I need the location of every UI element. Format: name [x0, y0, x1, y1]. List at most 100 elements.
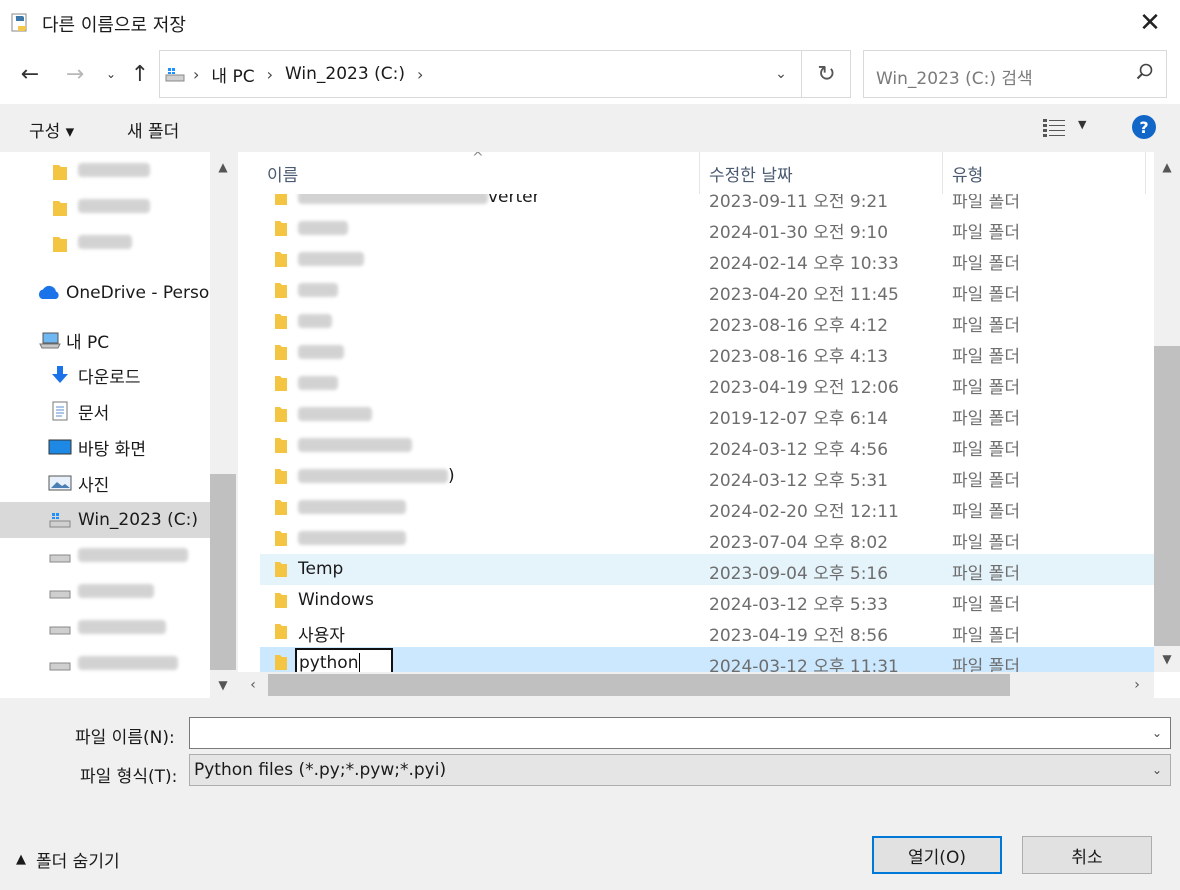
column-header-name[interactable]: 이름	[267, 152, 298, 194]
address-bar[interactable]: › 내 PC › Win_2023 (C:) › ⌄ ↻	[159, 50, 851, 98]
folder-icon	[275, 283, 287, 298]
refresh-button[interactable]: ↻	[801, 51, 851, 97]
column-divider[interactable]	[699, 152, 700, 194]
drive-icon	[49, 662, 71, 671]
horizontal-scrollbar-thumb[interactable]	[268, 674, 1010, 696]
scroll-up-icon[interactable]: ▲	[210, 154, 236, 180]
file-name: Windows	[298, 590, 374, 610]
file-list-scrollbar[interactable]: ▲ ▼	[1154, 152, 1180, 672]
nav-label: 다운로드	[78, 367, 141, 388]
address-history-dropdown[interactable]: ⌄	[763, 51, 799, 97]
file-row[interactable]: 2023-08-16 오후 4:13 파일 폴더	[260, 337, 1154, 368]
scroll-left-icon[interactable]: ‹	[240, 672, 266, 698]
file-row[interactable]: verter 2023-09-11 오전 9:21 파일 폴더	[260, 194, 1154, 213]
nav-item-blurred[interactable]	[0, 226, 210, 262]
nav-item-pictures[interactable]: 사진	[0, 465, 210, 501]
breadcrumb-drive-c[interactable]: Win_2023 (C:)	[281, 64, 409, 84]
file-row[interactable]: ) 2024-03-12 오후 5:31 파일 폴더	[260, 461, 1154, 492]
chevron-down-icon[interactable]: ⌄	[1152, 718, 1162, 748]
search-placeholder: Win_2023 (C:) 검색	[876, 69, 1033, 89]
file-type: 파일 폴더	[952, 440, 1020, 460]
open-button[interactable]: 열기(O)	[872, 836, 1002, 874]
breadcrumb-chevron-icon[interactable]: ›	[259, 65, 281, 84]
nav-item-documents[interactable]: 문서	[0, 393, 210, 429]
scroll-up-icon[interactable]: ▲	[1154, 154, 1180, 180]
sort-ascending-icon: ^	[472, 152, 484, 166]
file-row[interactable]: 2023-07-04 오후 8:02 파일 폴더	[260, 523, 1154, 554]
arrow-right-icon: →	[65, 61, 85, 87]
file-list-scrollbar-thumb[interactable]	[1154, 346, 1180, 646]
file-name: )	[298, 466, 455, 486]
forward-button[interactable]: →	[60, 59, 90, 89]
cancel-button[interactable]: 취소	[1022, 836, 1152, 874]
view-options-dropdown[interactable]: ▼	[1078, 118, 1086, 131]
view-details-icon[interactable]	[1042, 117, 1066, 139]
scroll-down-icon[interactable]: ▼	[1154, 646, 1180, 672]
breadcrumb-chevron-icon[interactable]: ›	[409, 65, 431, 84]
file-name	[298, 497, 406, 517]
file-type: 파일 폴더	[952, 347, 1020, 367]
file-row[interactable]: 2024-02-14 오후 10:33 파일 폴더	[260, 244, 1154, 275]
nav-item-onedrive[interactable]: OneDrive - Person	[0, 275, 210, 311]
nav-label: 내 PC	[66, 332, 110, 353]
file-row[interactable]: 2024-01-30 오전 9:10 파일 폴더	[260, 213, 1154, 244]
file-row[interactable]: Windows 2024-03-12 오후 5:33 파일 폴더	[260, 585, 1154, 616]
nav-item-blurred[interactable]	[0, 190, 210, 226]
search-input[interactable]: Win_2023 (C:) 검색	[863, 50, 1167, 98]
hide-folders-toggle[interactable]: ▲ 폴더 숨기기	[16, 847, 120, 872]
filename-field[interactable]: ⌄	[189, 717, 1171, 749]
file-row[interactable]: 2023-04-20 오전 11:45 파일 폴더	[260, 275, 1154, 306]
column-divider[interactable]	[1145, 152, 1146, 194]
file-modified: 2019-12-07 오후 6:14	[709, 409, 889, 429]
file-rows: verter 2023-09-11 오전 9:21 파일 폴더 2024-01-30 …	[238, 194, 1154, 672]
file-row[interactable]: 2023-04-19 오전 12:06 파일 폴더	[260, 368, 1154, 399]
file-modified: 2023-09-04 오후 5:16	[709, 564, 889, 584]
nav-item-drive-c[interactable]: Win_2023 (C:)	[0, 502, 210, 538]
nav-item-blurred-drive[interactable]	[0, 539, 210, 575]
nav-item-desktop[interactable]: 바탕 화면	[0, 429, 210, 465]
file-row[interactable]: 2019-12-07 오후 6:14 파일 폴더	[260, 399, 1154, 430]
file-row[interactable]: python 2024-03-12 오후 11:31 파일 폴더	[260, 647, 1154, 672]
filetype-select[interactable]: Python files (*.py;*.pyw;*.pyi) ⌄	[189, 754, 1171, 786]
column-header-type[interactable]: 유형	[952, 152, 983, 194]
folder-icon	[53, 237, 67, 252]
file-modified: 2023-04-19 오전 12:06	[709, 378, 899, 398]
nav-item-blurred-drive[interactable]	[0, 611, 210, 647]
nav-item-blurred-drive[interactable]	[0, 647, 210, 683]
new-folder-button[interactable]: 새 폴더	[127, 117, 179, 142]
back-button[interactable]: ←	[15, 59, 45, 89]
drive-icon	[49, 554, 71, 563]
file-row[interactable]: Temp 2023-09-04 오후 5:16 파일 폴더	[260, 554, 1154, 585]
help-icon[interactable]: ?	[1132, 115, 1156, 139]
file-type: 파일 폴더	[952, 194, 1020, 212]
nav-item-downloads[interactable]: 다운로드	[0, 357, 210, 393]
column-header-modified[interactable]: 수정한 날짜	[709, 152, 793, 194]
folder-icon	[275, 314, 287, 329]
folder-icon	[275, 221, 287, 236]
nav-item-this-pc[interactable]: 내 PC	[0, 322, 210, 358]
nav-scrollbar[interactable]: ▲ ▼	[210, 152, 236, 698]
scroll-down-icon[interactable]: ▼	[210, 672, 236, 698]
file-type: 파일 폴더	[952, 254, 1020, 274]
file-row[interactable]: 2024-02-20 오전 12:11 파일 폴더	[260, 492, 1154, 523]
file-type: 파일 폴더	[952, 285, 1020, 305]
close-button[interactable]: ✕	[1120, 0, 1180, 46]
nav-item-blurred[interactable]	[0, 154, 210, 190]
up-button[interactable]: ↑	[125, 59, 155, 89]
drive-icon	[49, 590, 71, 599]
arrow-left-icon: ←	[20, 61, 40, 87]
file-row[interactable]: 2024-03-12 오후 4:56 파일 폴더	[260, 430, 1154, 461]
rename-input[interactable]: python	[295, 648, 393, 672]
organize-menu[interactable]: 구성 ▾	[29, 117, 74, 142]
column-divider[interactable]	[942, 152, 943, 194]
chevron-down-icon: ⌄	[105, 67, 117, 81]
recent-locations-button[interactable]: ⌄	[96, 59, 126, 89]
file-type: 파일 폴더	[952, 316, 1020, 336]
file-row[interactable]: 사용자 2023-04-19 오전 8:56 파일 폴더	[260, 616, 1154, 647]
breadcrumb-this-pc[interactable]: 내 PC	[207, 62, 258, 87]
scroll-right-icon[interactable]: ›	[1124, 672, 1150, 698]
file-row[interactable]: 2023-08-16 오후 4:12 파일 폴더	[260, 306, 1154, 337]
nav-item-blurred-drive[interactable]	[0, 575, 210, 611]
nav-scrollbar-thumb[interactable]	[210, 474, 236, 670]
horizontal-scrollbar[interactable]: ‹ ›	[238, 672, 1154, 698]
